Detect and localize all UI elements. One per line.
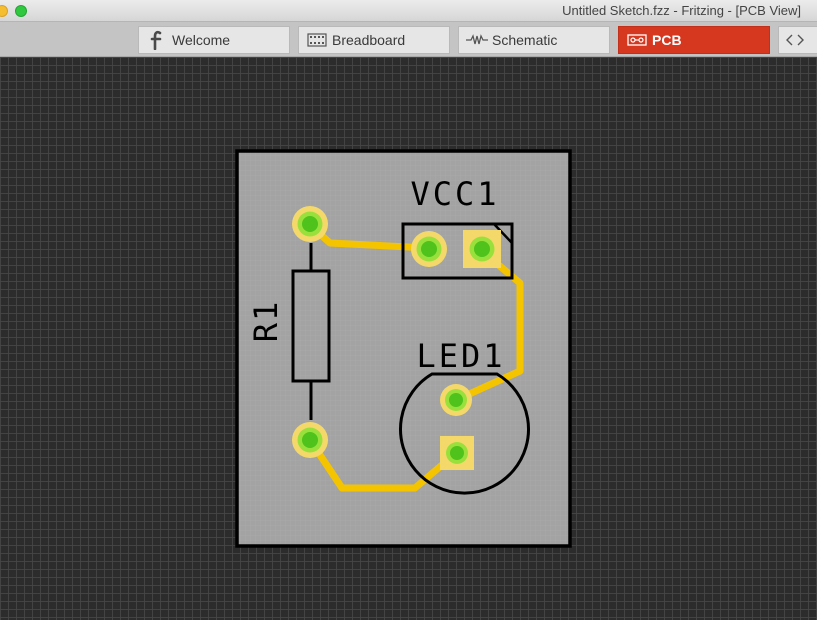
tab-code[interactable] <box>778 26 817 54</box>
pad-led1-cathode[interactable] <box>440 436 474 470</box>
fritzing-f-icon <box>146 30 168 50</box>
tab-pcb[interactable]: PCB <box>618 26 770 54</box>
pad-vcc1-2[interactable] <box>463 230 501 268</box>
zoom-window-button[interactable] <box>15 5 27 17</box>
code-icon <box>784 30 806 50</box>
schematic-resistor-icon <box>466 30 488 50</box>
window-title: Untitled Sketch.fzz - Fritzing - [PCB Vi… <box>562 3 801 18</box>
pad-led1-anode[interactable] <box>440 384 472 416</box>
pad-r1-1[interactable] <box>292 206 328 242</box>
view-tab-bar: Welcome Breadboard Schematic PCB <box>0 22 817 57</box>
tab-welcome-label: Welcome <box>172 32 231 48</box>
tab-breadboard-label: Breadboard <box>332 32 406 48</box>
vcc1-label: VCC1 <box>410 175 499 213</box>
tab-breadboard[interactable]: Breadboard <box>298 26 450 54</box>
pcb-canvas[interactable]: R1 VCC1 LED1 <box>0 57 817 620</box>
tab-schematic-label: Schematic <box>492 32 558 48</box>
pad-vcc1-1[interactable] <box>411 231 447 267</box>
breadboard-icon <box>306 30 328 50</box>
pcb-icon <box>626 30 648 50</box>
minimize-window-button[interactable] <box>0 5 8 17</box>
r1-label: R1 <box>247 300 285 343</box>
pad-r1-2[interactable] <box>292 422 328 458</box>
tab-schematic[interactable]: Schematic <box>458 26 610 54</box>
led1-label: LED1 <box>416 337 505 375</box>
title-bar: Untitled Sketch.fzz - Fritzing - [PCB Vi… <box>0 0 817 22</box>
tab-welcome[interactable]: Welcome <box>138 26 290 54</box>
pcb-drawing: R1 VCC1 LED1 <box>235 149 572 548</box>
tab-pcb-label: PCB <box>652 32 682 48</box>
